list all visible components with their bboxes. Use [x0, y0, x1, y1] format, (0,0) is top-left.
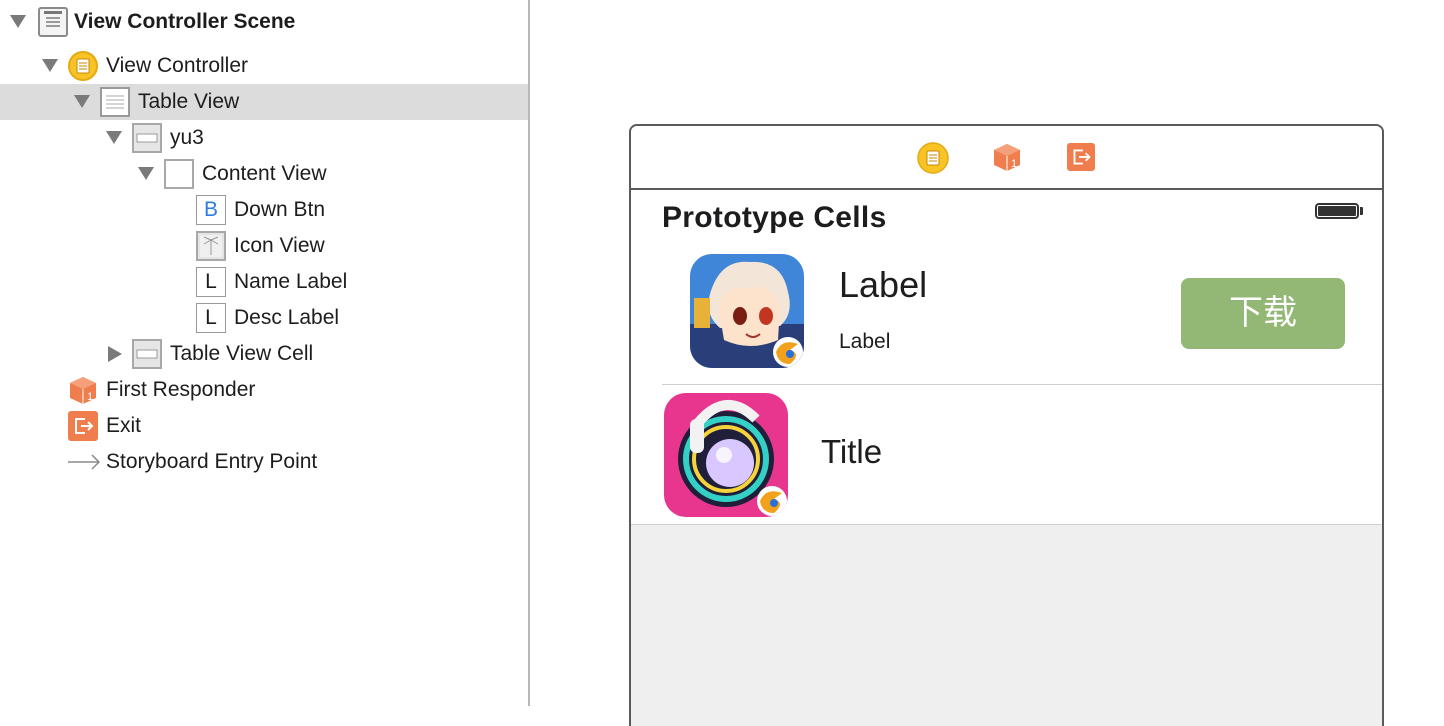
outline-item-first-responder[interactable]: 1 First Responder [0, 372, 528, 408]
download-button[interactable]: 下载 [1181, 278, 1345, 349]
view-controller-frame[interactable]: 1 Prototype Cells Label Label 下载 Title [629, 124, 1384, 726]
scene-dock: 1 [631, 126, 1382, 190]
first-responder-icon[interactable]: 1 [992, 142, 1022, 172]
table-view-icon [100, 87, 130, 117]
image-view-icon [196, 231, 226, 261]
badge-number: 1 [1011, 158, 1017, 170]
outline-item-view-controller-scene[interactable]: View Controller Scene [0, 4, 528, 40]
outline-item-storyboard-entry-point[interactable]: Storyboard Entry Point [0, 444, 528, 480]
table-cell-yu3[interactable]: Label Label 下载 [631, 244, 1382, 385]
outline-item-down-btn[interactable]: B Down Btn [0, 192, 528, 228]
first-responder-icon: 1 [68, 375, 98, 405]
table-cell-icon [132, 123, 162, 153]
table-cell-icon [132, 339, 162, 369]
app-icon-image [664, 393, 788, 517]
label-icon: L [196, 303, 226, 333]
outline-item-name-label[interactable]: L Name Label [0, 264, 528, 300]
split-view-divider[interactable] [528, 0, 530, 706]
outline-label: Table View [138, 90, 240, 113]
section-header-prototype-cells: Prototype Cells [662, 201, 887, 234]
outline-item-icon-view[interactable]: Icon View [0, 228, 528, 264]
view-controller-icon[interactable] [917, 142, 949, 174]
outline-item-table-view-cell[interactable]: Table View Cell [0, 336, 528, 372]
view-icon [164, 159, 194, 189]
outline-label: Desc Label [234, 306, 340, 329]
outline-label: Icon View [234, 234, 325, 257]
outline-label: View Controller Scene [74, 10, 296, 33]
button-icon: B [196, 195, 226, 225]
outline-label: Content View [202, 162, 327, 185]
disclosure-triangle-icon[interactable] [106, 131, 122, 144]
battery-tip [1360, 207, 1363, 215]
outline-label: View Controller [106, 54, 249, 77]
disclosure-triangle-icon[interactable] [138, 167, 154, 180]
disclosure-triangle-icon[interactable] [108, 346, 122, 362]
view-controller-icon [68, 51, 98, 81]
outline-item-content-view[interactable]: Content View [0, 156, 528, 192]
disclosure-triangle-icon[interactable] [10, 15, 26, 28]
outline-label: yu3 [170, 126, 204, 149]
document-outline: View Controller Scene View Controller Ta… [0, 0, 528, 706]
table-view[interactable]: Prototype Cells Label Label 下载 Title [631, 190, 1382, 525]
outline-label: Down Btn [234, 198, 326, 221]
outline-label: Exit [106, 414, 142, 437]
outline-label: First Responder [106, 378, 256, 401]
name-label: Label [839, 264, 928, 305]
exit-icon[interactable] [1067, 143, 1095, 171]
outline-label: Table View Cell [170, 342, 314, 365]
label-icon: L [196, 267, 226, 297]
disclosure-triangle-icon[interactable] [74, 95, 90, 108]
outline-item-yu3[interactable]: yu3 [0, 120, 528, 156]
outline-item-exit[interactable]: Exit [0, 408, 528, 444]
table-view-cell[interactable]: Title [631, 385, 1382, 525]
cell-title-label: Title [821, 433, 883, 470]
disclosure-triangle-icon[interactable] [42, 59, 58, 72]
battery-icon [1315, 203, 1359, 219]
outline-item-desc-label[interactable]: L Desc Label [0, 300, 528, 336]
badge-number: 1 [87, 391, 93, 403]
exit-icon [68, 411, 98, 441]
arrow-right-icon [66, 447, 102, 477]
outline-label: Storyboard Entry Point [106, 450, 318, 473]
outline-item-table-view[interactable]: Table View [0, 84, 528, 120]
scene-icon [38, 7, 68, 37]
app-icon-image [690, 254, 804, 368]
desc-label: Label [839, 330, 891, 353]
outline-label: Name Label [234, 270, 348, 293]
outline-item-view-controller[interactable]: View Controller [0, 48, 528, 84]
